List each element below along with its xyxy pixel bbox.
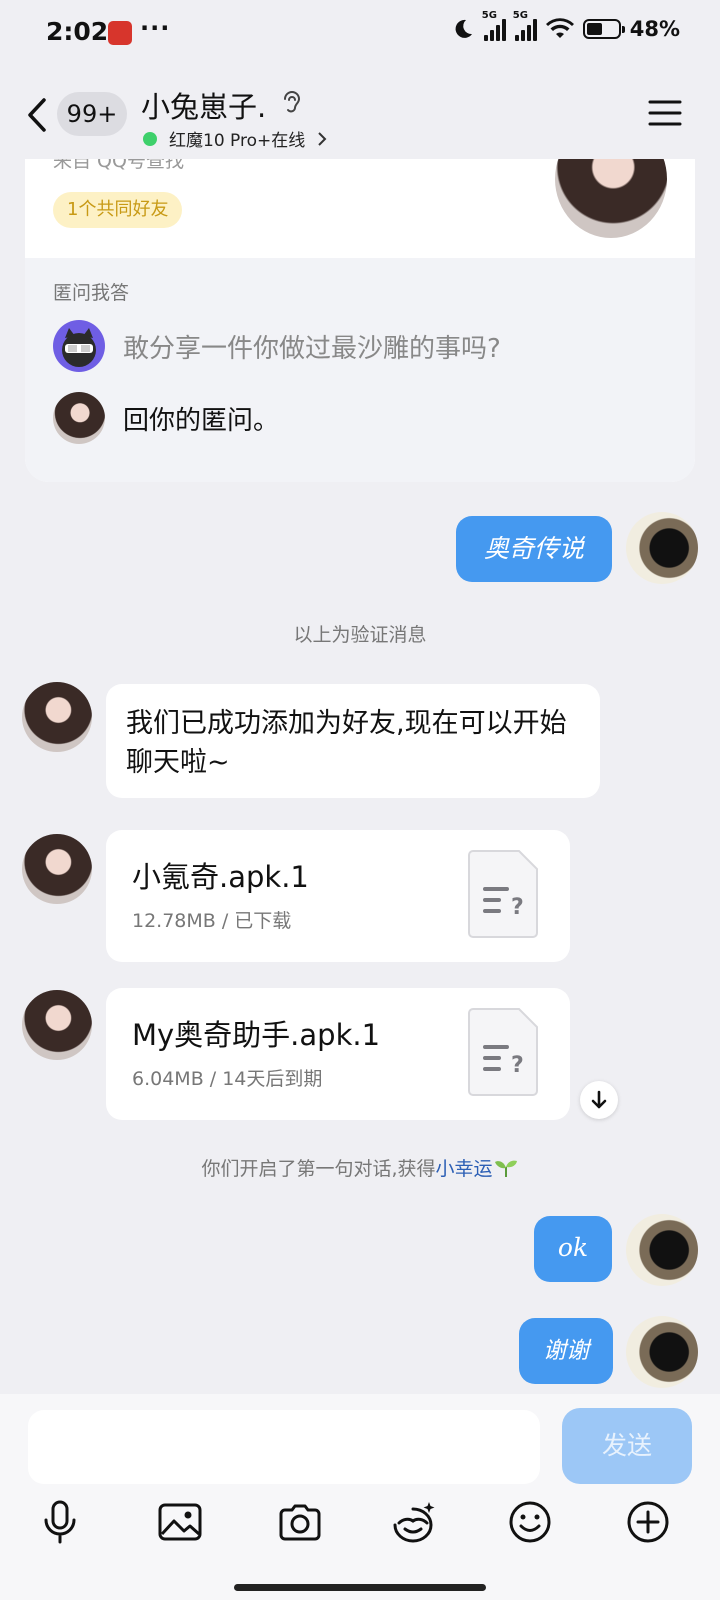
signal-icon: 5G — [513, 10, 537, 41]
outgoing-message-bubble[interactable]: 谢谢 — [519, 1318, 613, 1384]
svg-text:?: ? — [511, 895, 524, 920]
status-bar: 2:02 ··· 5G 5G 48% — [0, 0, 720, 70]
emoticon-face-icon[interactable] — [386, 1494, 442, 1550]
file-name: My奥奇助手.apk.1 — [132, 1018, 381, 1052]
arrow-down-icon — [591, 1090, 607, 1109]
lucky-link[interactable]: 小幸运 — [436, 1158, 493, 1180]
input-toolbar — [0, 1494, 720, 1558]
contact-name[interactable]: 小兔崽子. — [141, 84, 266, 126]
file-meta: 12.78MB / 已下载 — [132, 910, 292, 932]
app-notification-icon — [108, 21, 132, 45]
more-notifications-icon: ··· — [140, 14, 171, 42]
status-time: 2:02 — [46, 17, 109, 46]
sprout-icon — [494, 1160, 517, 1177]
file-message-card[interactable]: My奥奇助手.apk.1 6.04MB / 14天后到期 ? — [106, 988, 570, 1120]
microphone-icon[interactable] — [32, 1494, 88, 1550]
file-meta: 6.04MB / 14天后到期 — [132, 1068, 323, 1090]
my-avatar[interactable] — [626, 1316, 698, 1388]
qa-answer: 回你的匿问。 — [123, 405, 280, 436]
chat-header: 99+ 小兔崽子. 红魔10 Pro+在线 — [0, 75, 720, 159]
outgoing-message-bubble[interactable]: 奥奇传说 — [456, 516, 612, 582]
contact-avatar[interactable] — [22, 990, 92, 1060]
qa-answer-row[interactable]: 回你的匿问。 — [53, 392, 279, 444]
incoming-message-bubble[interactable]: 我们已成功添加为好友,现在可以开始聊天啦~ — [106, 684, 600, 798]
first-chat-notice: 你们开启了第一句对话,获得小幸运 — [0, 1154, 720, 1181]
back-arrow-icon[interactable] — [24, 96, 54, 134]
menu-icon[interactable] — [648, 99, 682, 127]
chevron-right-icon — [318, 131, 327, 146]
mutual-friends-chip[interactable]: 1个共同好友 — [53, 192, 183, 228]
contact-avatar[interactable] — [22, 682, 92, 752]
anonymous-cat-avatar — [53, 320, 105, 372]
first-chat-text: 你们开启了第一句对话,获得 — [201, 1158, 436, 1180]
ear-icon[interactable] — [280, 89, 302, 117]
camera-icon[interactable] — [272, 1494, 328, 1550]
unread-count-badge[interactable]: 99+ — [57, 92, 127, 136]
file-message-card[interactable]: 小氪奇.apk.1 12.78MB / 已下载 ? — [106, 830, 570, 962]
qa-title: 匿问我答 — [53, 282, 130, 304]
home-indicator[interactable] — [234, 1584, 486, 1591]
online-status-text: 红魔10 Pro+在线 — [169, 131, 306, 151]
unknown-file-icon: ? — [468, 1008, 538, 1096]
my-avatar[interactable] — [626, 512, 698, 584]
battery-percent: 48% — [629, 17, 680, 41]
online-status-row[interactable]: 红魔10 Pro+在线 — [143, 126, 327, 151]
contact-avatar — [53, 392, 105, 444]
moon-icon — [455, 19, 472, 38]
profile-card: 来自 QQ号查找 1个共同好友 匿问我答 敢分享一件你做过最沙雕的事吗? 回你的… — [25, 130, 695, 482]
outgoing-message-bubble[interactable]: ok — [534, 1216, 612, 1282]
svg-text:?: ? — [511, 1053, 524, 1078]
status-icons: 5G 5G 48% — [451, 10, 680, 41]
anonymous-qa-section[interactable]: 匿问我答 敢分享一件你做过最沙雕的事吗? 回你的匿问。 — [25, 258, 695, 482]
battery-icon — [582, 19, 625, 39]
message-input[interactable] — [28, 1410, 540, 1484]
contact-avatar[interactable] — [22, 834, 92, 904]
online-indicator-icon — [143, 131, 157, 146]
image-icon[interactable] — [152, 1494, 208, 1550]
smiley-icon[interactable] — [502, 1494, 558, 1550]
unknown-file-icon: ? — [468, 850, 538, 938]
send-button[interactable]: 发送 — [562, 1408, 692, 1484]
plus-icon[interactable] — [620, 1494, 676, 1550]
my-avatar[interactable] — [626, 1214, 698, 1286]
signal-icon: 5G — [482, 10, 506, 41]
wifi-icon — [545, 18, 574, 38]
qa-question: 敢分享一件你做过最沙雕的事吗? — [123, 333, 501, 364]
verify-notice: 以上为验证消息 — [293, 624, 427, 646]
input-area: 发送 — [0, 1394, 720, 1600]
scroll-to-bottom-button[interactable] — [580, 1081, 618, 1119]
file-name: 小氪奇.apk.1 — [132, 860, 309, 894]
qa-question-row[interactable]: 敢分享一件你做过最沙雕的事吗? — [53, 320, 501, 372]
